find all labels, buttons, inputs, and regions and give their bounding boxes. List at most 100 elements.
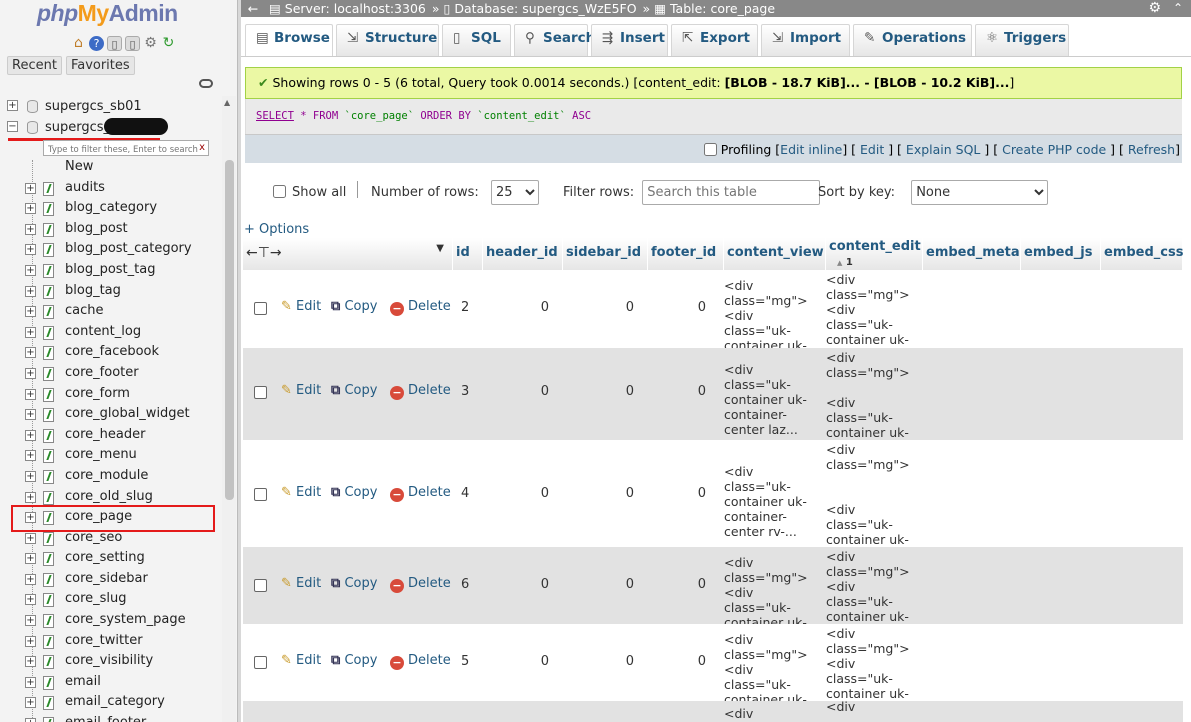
table-item-core-form[interactable]: + core_form	[25, 384, 225, 405]
expand-icon[interactable]: +	[25, 388, 36, 400]
expand-icon[interactable]: +	[25, 367, 36, 379]
table-item-audits[interactable]: + audits	[25, 178, 225, 199]
row-checkbox[interactable]	[254, 386, 267, 399]
expand-icon[interactable]: +	[25, 347, 36, 359]
tab-import[interactable]: ⇲ Import	[761, 24, 850, 56]
column-header-embed-css[interactable]: embed_css	[1101, 238, 1183, 270]
column-header-sidebar-id[interactable]: sidebar_id	[563, 238, 648, 270]
cell-content-edit[interactable]: <div class="mg"> <div class="uk-containe…	[826, 442, 922, 562]
delete-row-button[interactable]: − Delete	[390, 576, 451, 593]
table-item-core-system-page[interactable]: + core_system_page	[25, 610, 225, 631]
cell-footer-id[interactable]: 0	[648, 384, 706, 399]
column-header-id[interactable]: id	[453, 238, 483, 270]
table-item-email-category[interactable]: + email_category	[25, 692, 225, 713]
scrollbar-thumb[interactable]	[225, 160, 234, 500]
breadcrumb-database[interactable]: Database: supergcs_WzE5FO	[454, 1, 636, 16]
expand-icon[interactable]: +	[25, 594, 36, 606]
tab-search[interactable]: ⚲ Search	[514, 24, 595, 56]
column-header-embed-meta[interactable]: embed_meta	[923, 238, 1021, 270]
expand-icon[interactable]: +	[25, 264, 36, 276]
edit-row-button[interactable]: ✎ Edit	[281, 576, 321, 591]
filter-rows-input[interactable]	[642, 180, 821, 205]
cell-content-edit[interactable]: <div	[826, 699, 922, 714]
table-item-core-menu[interactable]: + core_menu	[25, 445, 225, 466]
table-item-email[interactable]: + email	[25, 672, 225, 693]
delete-row-button[interactable]: − Delete	[390, 299, 451, 316]
cell-header-id[interactable]: 0	[483, 486, 549, 501]
sort-ascending-icon[interactable]: ▲ 1	[829, 257, 853, 268]
expand-icon[interactable]: +	[25, 491, 36, 503]
favorites-tab[interactable]: Favorites	[65, 56, 135, 75]
table-item-content-log[interactable]: + content_log	[25, 322, 225, 343]
copy-row-button[interactable]: ⧉ Copy	[331, 485, 377, 500]
expand-icon[interactable]: +	[25, 223, 36, 235]
tab-insert[interactable]: ⇶ Insert	[591, 24, 668, 56]
collapse-icon[interactable]: −	[7, 121, 18, 132]
tab-browse[interactable]: ▤ Browse	[245, 24, 333, 56]
copy-row-button[interactable]: ⧉ Copy	[331, 299, 377, 314]
copy-row-button[interactable]: ⧉ Copy	[331, 383, 377, 398]
edit-link[interactable]: Edit	[860, 142, 884, 157]
cell-id[interactable]: 2	[461, 300, 477, 315]
expand-icon[interactable]: +	[25, 429, 36, 441]
edit-row-button[interactable]: ✎ Edit	[281, 653, 321, 668]
expand-icon[interactable]: +	[25, 697, 36, 709]
settings-icon[interactable]: ⚙	[143, 36, 158, 51]
table-filter-input[interactable]	[44, 143, 208, 157]
cell-footer-id[interactable]: 0	[648, 486, 706, 501]
table-item-blog-category[interactable]: + blog_category	[25, 198, 225, 219]
cell-content-view[interactable]: <div class="uk-container uk-container-ce…	[724, 464, 820, 539]
expand-icon[interactable]: +	[25, 182, 36, 194]
profiling-checkbox[interactable]	[703, 143, 717, 156]
help-icon[interactable]: ?	[89, 36, 104, 51]
table-item-core-footer[interactable]: + core_footer	[25, 363, 225, 384]
reload-icon[interactable]: ↻	[161, 36, 176, 51]
cell-header-id[interactable]: 0	[483, 300, 549, 315]
table-item-blog-post-category[interactable]: + blog_post_category	[25, 239, 225, 260]
delete-row-button[interactable]: − Delete	[390, 485, 451, 502]
documentation-icon[interactable]: ▯	[107, 36, 122, 51]
expand-icon[interactable]: +	[25, 553, 36, 565]
row-checkbox[interactable]	[254, 579, 267, 592]
expand-icon[interactable]: +	[25, 244, 36, 256]
column-header-content-view[interactable]: content_view	[724, 238, 826, 270]
table-item-core-facebook[interactable]: + core_facebook	[25, 342, 225, 363]
expand-icon[interactable]: +	[25, 326, 36, 338]
table-item-blog-post-tag[interactable]: + blog_post_tag	[25, 260, 225, 281]
expand-icon[interactable]: +	[25, 532, 36, 544]
database-item-supergcs-sb01[interactable]: + supergcs_sb01	[5, 96, 220, 117]
copy-row-button[interactable]: ⧉ Copy	[331, 653, 377, 668]
cell-id[interactable]: 5	[461, 654, 477, 669]
sort-by-key-select[interactable]: None	[911, 180, 1049, 205]
options-toggle[interactable]: + Options	[244, 222, 309, 237]
sql-docs-icon[interactable]: ▯	[125, 36, 140, 51]
expand-icon[interactable]: +	[25, 676, 36, 688]
cell-header-id[interactable]: 0	[483, 577, 549, 592]
column-resize-arrows-icon[interactable]: ←⊤→	[246, 245, 282, 261]
cell-id[interactable]: 6	[461, 577, 477, 592]
column-header-footer-id[interactable]: footer_id	[648, 238, 724, 270]
expand-icon[interactable]: +	[25, 573, 36, 585]
expand-icon[interactable]: +	[7, 100, 18, 111]
expand-icon[interactable]: +	[25, 615, 36, 627]
link-with-main-icon[interactable]	[199, 79, 213, 88]
breadcrumb-server[interactable]: Server: localhost:3306	[285, 1, 426, 16]
cell-footer-id[interactable]: 0	[648, 577, 706, 592]
column-header-content-edit[interactable]: content_edit ▲ 1	[826, 238, 923, 270]
collapse-icon[interactable]: ⌃	[1173, 0, 1183, 17]
cell-footer-id[interactable]: 0	[648, 300, 706, 315]
copy-row-button[interactable]: ⧉ Copy	[331, 576, 377, 591]
expand-icon[interactable]: +	[25, 409, 36, 421]
explain-sql-link[interactable]: Explain SQL	[906, 142, 980, 157]
expand-icon[interactable]: +	[25, 718, 36, 722]
create-php-code-link[interactable]: Create PHP code	[1002, 142, 1106, 157]
expand-icon[interactable]: +	[25, 306, 36, 318]
tab-structure[interactable]: ⇲ Structure	[336, 24, 439, 56]
sidebar-scrollbar[interactable]: ▲	[222, 96, 236, 722]
back-arrow-icon[interactable]: ←	[241, 0, 265, 17]
table-item-core-header[interactable]: + core_header	[25, 425, 225, 446]
table-item-core-global-widget[interactable]: + core_global_widget	[25, 404, 225, 425]
cell-header-id[interactable]: 0	[483, 384, 549, 399]
tab-operations[interactable]: ✎ Operations	[853, 24, 972, 56]
table-item-blog-post[interactable]: + blog_post	[25, 219, 225, 240]
